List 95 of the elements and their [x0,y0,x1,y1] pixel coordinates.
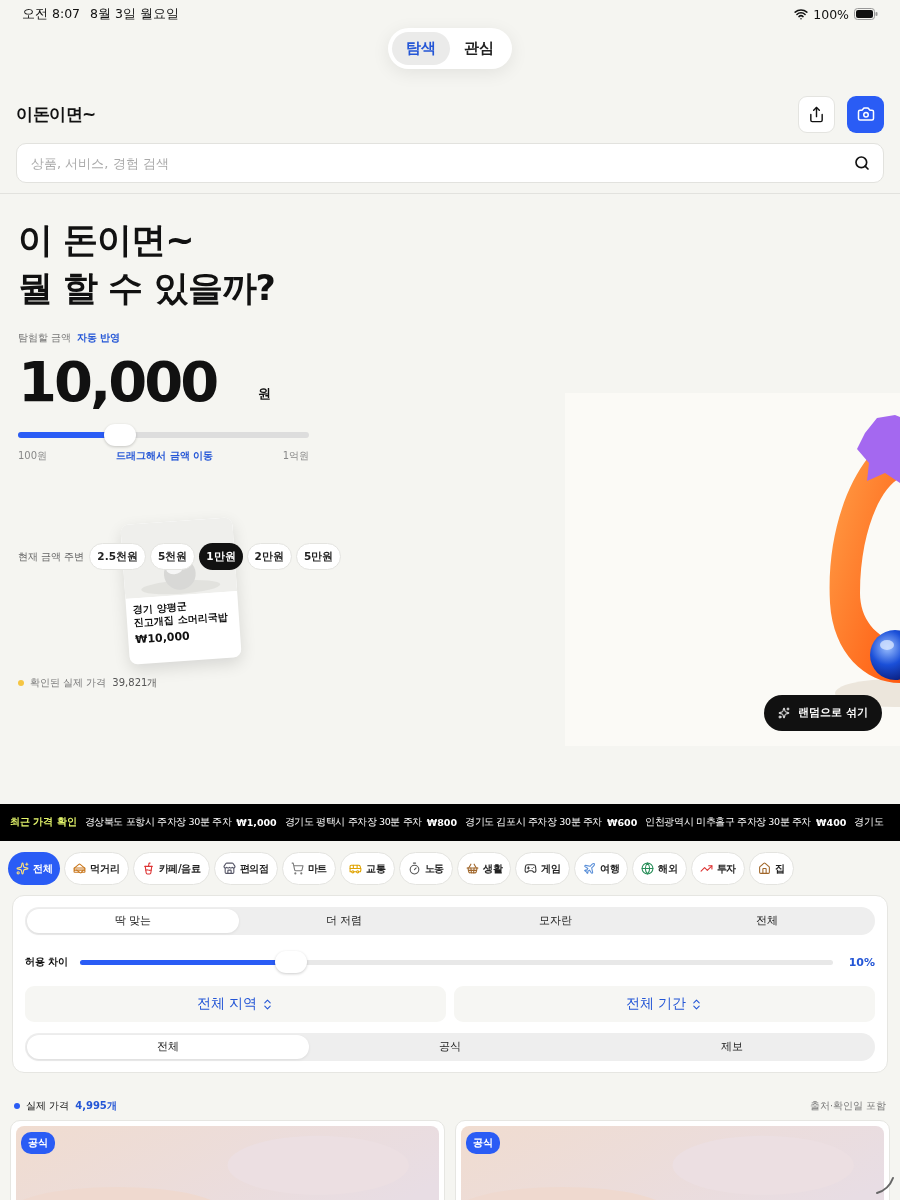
ticker-price: ₩400 [816,817,847,828]
result-card[interactable]: 공식 [10,1120,445,1200]
share-icon [808,105,825,123]
results-count: 4,995개 [75,1099,117,1113]
ticker-price: ₩1,000 [236,817,277,828]
sparkle-icon [778,707,791,719]
results-note: 출처·확인일 포함 [809,1099,886,1113]
category-chip[interactable]: 여행 [573,852,629,885]
amount-value: 10,000 [18,353,218,411]
ticker-price: ₩600 [607,817,638,828]
source-tab[interactable]: 공식 [309,1035,591,1059]
headline: 이 돈이면~ [18,219,195,262]
spinner-icon [874,1174,896,1196]
status-dot [14,1103,20,1109]
mode-tab[interactable]: 관심 [450,32,508,65]
category-icon [16,862,29,875]
tolerance-slider[interactable] [80,950,833,974]
region-dropdown[interactable]: 전체 지역 [25,986,446,1022]
headline: 뭘 할 수 있을까? [18,267,276,310]
results-label: 실제 가격 [26,1099,70,1113]
category-chip[interactable]: 교통 [340,852,395,885]
source-tab[interactable]: 제보 [591,1035,873,1059]
verified-label: 확인된 실제 가격 [30,676,107,690]
amount-chip[interactable]: 2.5천원 [89,543,146,570]
category-icon [466,862,479,875]
category-chip[interactable]: 카페/음료 [132,852,210,885]
ticker-item: 경기도 김포시 주차장 30분 주차 [465,816,602,829]
currency-unit: 원 [258,385,271,403]
status-time: 오전 8:07 [22,5,81,23]
official-badge: 공식 [21,1132,55,1154]
ticker-item: 경상북도 포항시 주차장 30분 주차 [84,816,232,829]
amount-chip[interactable]: 1만원 [199,543,243,570]
verified-count: 39,821개 [112,676,158,690]
amount-slider[interactable] [18,423,309,447]
category-icon [641,862,655,875]
slider-thumb[interactable] [103,424,136,446]
ticker-price: ₩800 [426,817,457,828]
match-tab[interactable]: 딱 맞는 [27,909,239,933]
battery-icon [854,8,878,20]
category-chip[interactable]: 편의점 [213,852,278,885]
tolerance-label: 허용 차이 [25,955,69,969]
match-tab[interactable]: 더 저렴 [238,909,450,933]
min-label: 100원 [18,449,48,463]
category-icon [524,862,538,875]
ticker-label: 최근 가격 확인 [10,816,77,829]
amount-chip[interactable]: 2만원 [246,543,292,570]
tolerance-value: 10% [848,955,875,969]
nearby-label: 현재 금액 주변 [18,549,85,564]
search-icon [854,155,870,171]
category-chip[interactable]: 마트 [281,852,337,885]
category-chip[interactable]: 생활 [457,852,512,885]
official-badge: 공식 [466,1132,500,1154]
source-tab[interactable]: 전체 [27,1035,309,1059]
category-icon [290,862,304,875]
category-icon [699,862,713,875]
category-icon [349,862,363,875]
category-chip[interactable]: 노동 [398,852,453,885]
ticker-item: 경기도 평택시 주차장 30분 주차 [284,816,422,829]
camera-icon [856,105,875,123]
result-card[interactable]: 공식 [455,1120,890,1200]
mode-tab[interactable]: 탐색 [392,32,450,65]
category-chip[interactable]: 게임 [515,852,570,885]
period-dropdown[interactable]: 전체 기간 [454,986,875,1022]
category-chip[interactable]: 투자 [690,852,746,885]
preview-region: 경기 양평군 [132,599,187,616]
app-title: 이돈이면~ [16,102,96,126]
battery-level: 100% [813,6,849,22]
category-icon [73,862,87,875]
category-chip[interactable]: 집 [749,852,794,885]
status-date: 8월 3일 월요일 [90,5,179,23]
share-button[interactable] [798,95,835,133]
drag-hint: 드래그해서 금액 이동 [116,449,214,463]
auto-label: 자동 반영 [77,332,121,345]
wifi-icon [794,7,809,21]
category-icon [758,862,772,875]
camera-button[interactable] [847,95,884,133]
amount-label: 탐험할 금액 [18,332,72,345]
status-dot [18,680,24,686]
slider-thumb[interactable] [275,951,308,973]
category-icon [582,862,596,875]
category-icon [222,862,236,875]
ticker-item: 인천광역시 미추홀구 주차장 30분 주차 [645,816,812,829]
category-chip[interactable]: 전체 [8,852,61,885]
shuffle-button[interactable]: 랜덤으로 섞기 [764,695,882,731]
category-chip[interactable]: 해외 [632,852,687,885]
match-tab[interactable]: 모자란 [450,909,662,933]
category-icon [141,862,155,875]
category-icon [407,862,421,875]
amount-chip[interactable]: 5만원 [295,543,342,570]
preview-price: ₩10,000 [134,628,192,647]
match-tab[interactable]: 전체 [661,909,873,933]
ticker-item: 경기도 [854,816,884,829]
max-label: 1억원 [282,449,309,463]
category-chip[interactable]: 먹거리 [64,852,129,885]
search-field[interactable]: 상품, 서비스, 경험 검색 [16,143,884,183]
